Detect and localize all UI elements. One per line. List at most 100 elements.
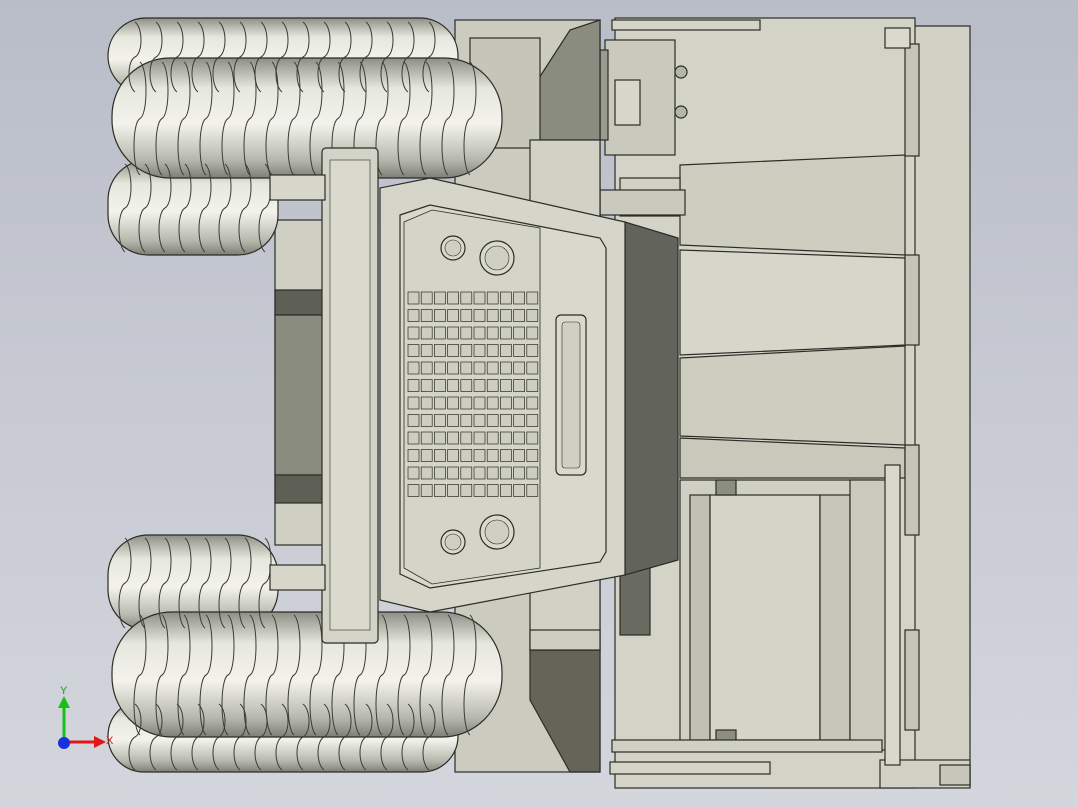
grille-slot [473, 484, 486, 497]
grille-slot [513, 396, 525, 410]
y-axis-label: Y [60, 686, 68, 697]
grille-slot [486, 361, 499, 375]
grille-slot [513, 414, 525, 427]
graphics-viewport[interactable]: Y X [0, 0, 1078, 808]
grille-slot [513, 361, 525, 375]
grille-slot [473, 379, 486, 392]
grille-slot [526, 379, 539, 392]
grille-slot [447, 396, 459, 410]
grille-slot [500, 431, 512, 445]
grille-slot [434, 431, 446, 445]
grille-slot [434, 291, 446, 305]
grille-slot [434, 466, 446, 480]
grille-slot [500, 484, 512, 497]
grille-slot [500, 344, 512, 357]
grille-slot [447, 414, 459, 427]
grille-slot [434, 344, 446, 357]
grille-slot [407, 466, 420, 480]
grille-slot [513, 431, 525, 445]
grille-slot [407, 396, 420, 410]
x-axis-arrow [94, 736, 106, 748]
grille-slot [526, 344, 539, 357]
grille-slot [526, 414, 539, 427]
z-axis [58, 737, 70, 749]
grille-slot [460, 379, 473, 392]
grille-slot [500, 449, 512, 462]
grille-slot [434, 396, 446, 410]
grille-slot [500, 309, 512, 322]
grille-slot [420, 361, 433, 375]
grille-slot [486, 466, 499, 480]
grille-slot [513, 484, 525, 497]
grille-slot [407, 484, 420, 497]
grille-slot [513, 309, 525, 322]
grille-slot [526, 361, 539, 375]
grille-slot [407, 414, 420, 427]
grille-slot [460, 414, 473, 427]
grille-slot [407, 379, 420, 392]
grille-slot [434, 449, 446, 462]
grille-slot [473, 344, 486, 357]
grille-slot [473, 466, 486, 480]
grille-slot [420, 309, 433, 322]
grille-slot [500, 291, 512, 305]
grille-slot [447, 449, 459, 462]
grille-slot [460, 449, 473, 462]
grille-slot [434, 326, 446, 340]
grille-slot [460, 361, 473, 375]
cad-model-view[interactable] [0, 0, 1078, 808]
grille-slot [460, 396, 473, 410]
grille-slot [447, 484, 459, 497]
grille-slot [513, 449, 525, 462]
grille-slot [513, 291, 525, 305]
grille-slot [407, 361, 420, 375]
grille-slot [420, 344, 433, 357]
grille-slot [473, 396, 486, 410]
grille-slot [486, 414, 499, 427]
engine-hood [379, 177, 679, 613]
grille-slot [500, 379, 512, 392]
grille-slot [513, 326, 525, 340]
grille-slot [420, 466, 433, 480]
grille-slot [434, 309, 446, 322]
grille-slot [420, 449, 433, 462]
grille-slot [407, 344, 420, 357]
grille-slot [407, 431, 420, 445]
grille-slot [473, 309, 486, 322]
coordinate-triad: Y X [58, 686, 114, 749]
grille-slot [526, 291, 539, 305]
grille-slot [513, 344, 525, 357]
grille-slot [447, 431, 459, 445]
grille-slot [407, 449, 420, 462]
grille-slot [500, 466, 512, 480]
grille-slot [486, 396, 499, 410]
grille-slot [447, 379, 459, 392]
grille-slot [500, 396, 512, 410]
grille-slot [486, 309, 499, 322]
grille-slot [434, 484, 446, 497]
x-axis-label: X [106, 735, 114, 747]
grille-slot [526, 484, 539, 497]
grille-slot [447, 309, 459, 322]
grille-slot [460, 291, 473, 305]
grille-slot [486, 379, 499, 392]
grille-slot [486, 449, 499, 462]
grille-slot [420, 414, 433, 427]
grille-slot [486, 431, 499, 445]
grille-slot [434, 414, 446, 427]
top-hitch [599, 39, 688, 217]
grille-slot [500, 414, 512, 427]
grille-slot [420, 379, 433, 392]
grille-slot [447, 326, 459, 340]
grille-slot [447, 361, 459, 375]
grille-slot [407, 326, 420, 340]
grille-slot [473, 449, 486, 462]
grille-slot [447, 291, 459, 305]
grille-slot [526, 449, 539, 462]
grille-slot [447, 466, 459, 480]
grille-slot [473, 291, 486, 305]
grille-slot [486, 344, 499, 357]
grille-slot [500, 326, 512, 340]
grille-slot [420, 291, 433, 305]
grille-slot [513, 466, 525, 480]
